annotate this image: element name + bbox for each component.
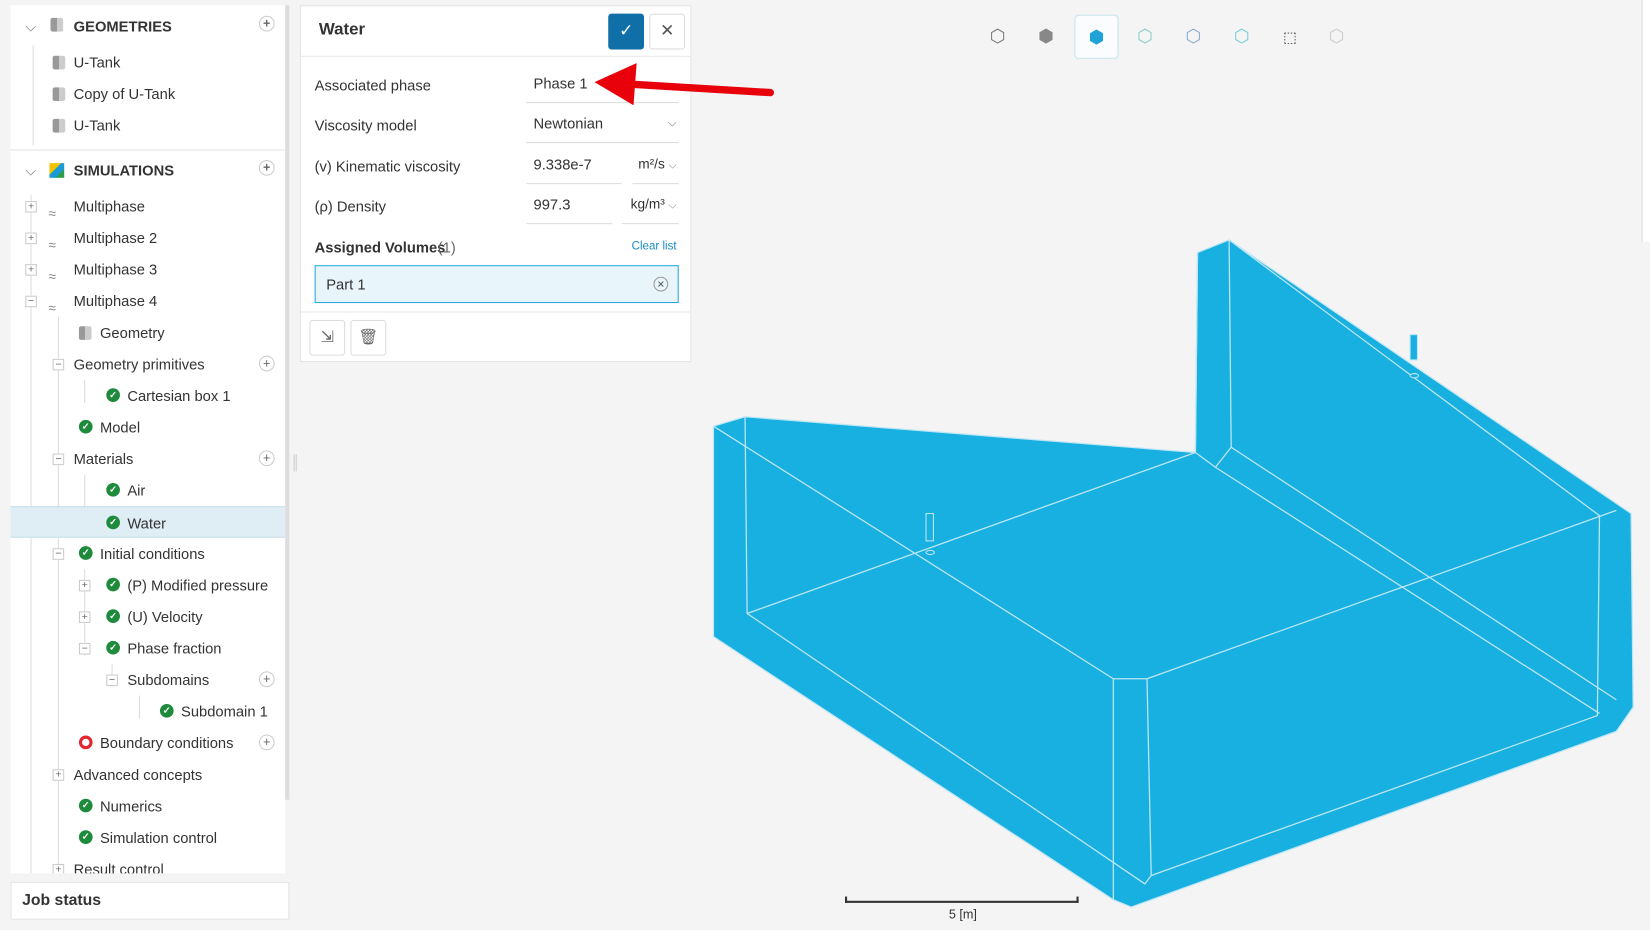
red-arrow-annotation xyxy=(594,63,774,106)
scale-label: 5 [m] xyxy=(948,907,977,922)
3d-viewer[interactable] xyxy=(0,0,1650,930)
u-tank-model xyxy=(712,239,1634,908)
scale-bar xyxy=(844,896,1079,903)
